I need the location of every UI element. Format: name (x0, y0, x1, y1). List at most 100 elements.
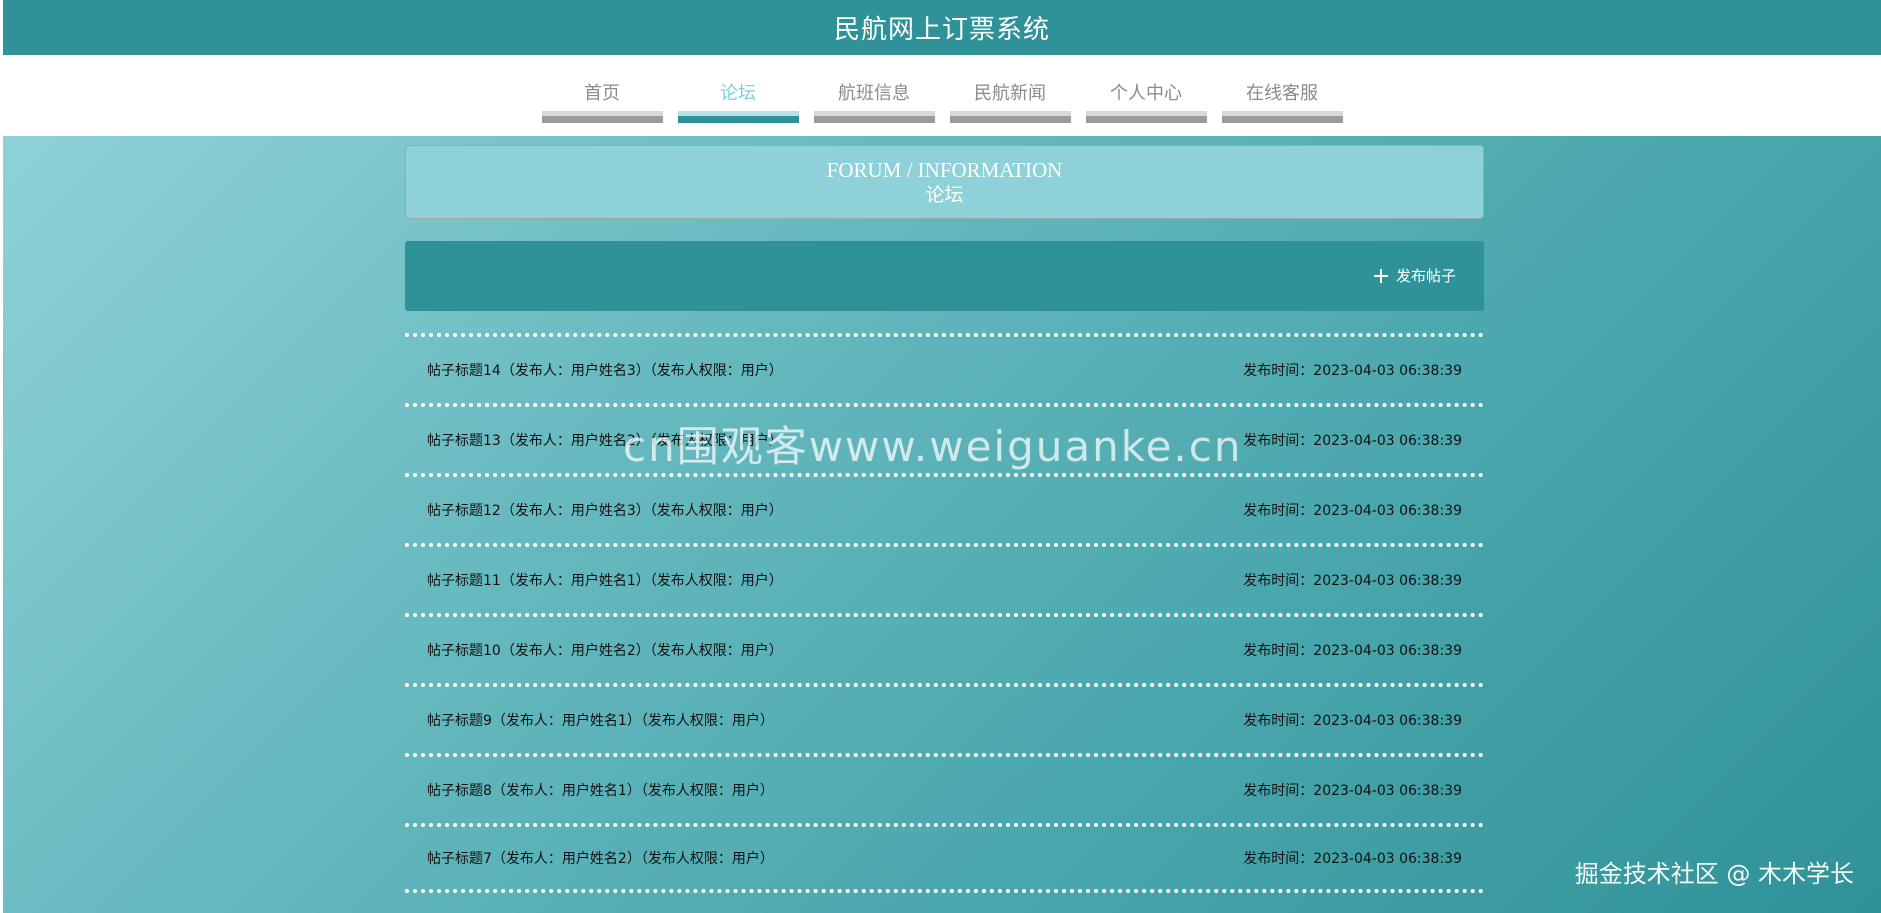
post-title: 帖子标题8 (427, 783, 492, 799)
role-prefix: （发布人权限： (649, 573, 741, 589)
post-time-value: 2023-04-03 06:38:39 (1313, 363, 1462, 379)
topbar: 民航网上订票系统 (3, 0, 1881, 55)
role-suffix: ） (768, 503, 783, 519)
post-title: 帖子标题13 (427, 433, 501, 449)
post-time-value: 2023-04-03 06:38:39 (1313, 643, 1462, 659)
author-suffix: ） (626, 713, 641, 729)
post-author: 用户姓名1 (561, 713, 627, 729)
post-info: 帖子标题8（发布人：用户姓名1）（发布人权限：用户） (427, 780, 774, 800)
forum-post-row[interactable]: 帖子标题13（发布人：用户姓名2）（发布人权限：用户） 发布时间：2023-04… (405, 403, 1484, 473)
post-time-value: 2023-04-03 06:38:39 (1313, 783, 1462, 799)
forum-post-row[interactable]: 帖子标题10（发布人：用户姓名2）（发布人权限：用户） 发布时间：2023-04… (405, 613, 1484, 683)
role-suffix: ） (759, 851, 774, 867)
section-title-en: FORUM / INFORMATION (826, 158, 1063, 182)
action-bar: 发布帖子 (405, 241, 1484, 311)
post-title: 帖子标题11 (427, 573, 501, 589)
plus-icon (1373, 268, 1388, 283)
post-time-value: 2023-04-03 06:38:39 (1313, 433, 1462, 449)
post-author: 用户姓名1 (561, 783, 627, 799)
nav-indicator (677, 111, 799, 123)
nav-indicator (813, 111, 935, 123)
role-prefix: （发布人权限： (640, 783, 732, 799)
time-prefix: 发布时间： (1243, 503, 1314, 519)
author-prefix: （发布人： (500, 433, 571, 449)
role-suffix: ） (759, 713, 774, 729)
author-prefix: （发布人： (500, 643, 571, 659)
main-nav: 首页 论坛 航班信息 民航新闻 个人中心 在线客服 (3, 55, 1881, 136)
role-suffix: ） (759, 783, 774, 799)
post-info: 帖子标题9（发布人：用户姓名1）（发布人权限：用户） (427, 710, 774, 730)
forum-post-row[interactable]: 帖子标题14（发布人：用户姓名3）（发布人权限：用户） 发布时间：2023-04… (405, 333, 1484, 403)
role-prefix: （发布人权限： (649, 643, 741, 659)
post-author: 用户姓名2 (570, 433, 636, 449)
post-title: 帖子标题10 (427, 643, 501, 659)
post-time: 发布时间：2023-04-03 06:38:39 (1243, 570, 1462, 590)
nav-item-flight-info[interactable]: 航班信息 (813, 55, 935, 124)
author-prefix: （发布人： (491, 851, 562, 867)
post-time-value: 2023-04-03 06:38:39 (1313, 713, 1462, 729)
author-prefix: （发布人： (491, 783, 562, 799)
post-info: 帖子标题12（发布人：用户姓名3）（发布人权限：用户） (427, 500, 783, 520)
forum-post-row[interactable]: 帖子标题8（发布人：用户姓名1）（发布人权限：用户） 发布时间：2023-04-… (405, 753, 1484, 823)
nav-item-forum[interactable]: 论坛 (677, 55, 799, 124)
nav-item-online-service[interactable]: 在线客服 (1221, 55, 1343, 124)
post-time: 发布时间：2023-04-03 06:38:39 (1243, 640, 1462, 660)
author-prefix: （发布人： (500, 363, 571, 379)
post-time-value: 2023-04-03 06:38:39 (1313, 573, 1462, 589)
app-root: 民航网上订票系统 首页 论坛 航班信息 民航新闻 个人中心 在线客服 FORUM… (3, 0, 1881, 913)
author-prefix: （发布人： (500, 573, 571, 589)
nav-item-home[interactable]: 首页 (541, 55, 663, 124)
nav-item-personal-center[interactable]: 个人中心 (1085, 55, 1207, 124)
post-role: 用户 (740, 503, 769, 519)
post-info: 帖子标题7（发布人：用户姓名2）（发布人权限：用户） (427, 848, 774, 868)
role-suffix: ） (768, 433, 783, 449)
nav-item-aviation-news[interactable]: 民航新闻 (949, 55, 1071, 124)
author-prefix: （发布人： (491, 713, 562, 729)
nav-item-label: 在线客服 (1246, 83, 1318, 104)
post-author: 用户姓名1 (570, 573, 636, 589)
forum-content: FORUM / INFORMATION 论坛 发布帖子 帖子标题14（发布人：用… (405, 136, 1484, 893)
forum-list: 帖子标题14（发布人：用户姓名3）（发布人权限：用户） 发布时间：2023-04… (405, 333, 1484, 893)
time-prefix: 发布时间： (1243, 573, 1314, 589)
nav-item-label: 个人中心 (1110, 83, 1182, 104)
post-info: 帖子标题14（发布人：用户姓名3）（发布人权限：用户） (427, 360, 783, 380)
role-prefix: （发布人权限： (640, 713, 732, 729)
role-suffix: ） (768, 643, 783, 659)
main-area: FORUM / INFORMATION 论坛 发布帖子 帖子标题14（发布人：用… (3, 136, 1881, 913)
app-title: 民航网上订票系统 (833, 15, 1050, 45)
watermark-corner: 掘金技术社区 @ 木木学长 (1574, 860, 1854, 888)
post-time-value: 2023-04-03 06:38:39 (1313, 503, 1462, 519)
time-prefix: 发布时间： (1243, 363, 1314, 379)
post-info: 帖子标题10（发布人：用户姓名2）（发布人权限：用户） (427, 640, 783, 660)
post-role: 用户 (740, 363, 769, 379)
section-header: FORUM / INFORMATION 论坛 (405, 145, 1484, 219)
post-time: 发布时间：2023-04-03 06:38:39 (1243, 848, 1462, 868)
post-info: 帖子标题11（发布人：用户姓名1）（发布人权限：用户） (427, 570, 783, 590)
post-title: 帖子标题14 (427, 363, 501, 379)
forum-post-row[interactable]: 帖子标题7（发布人：用户姓名2）（发布人权限：用户） 发布时间：2023-04-… (405, 823, 1484, 893)
post-title: 帖子标题7 (427, 851, 492, 867)
post-time: 发布时间：2023-04-03 06:38:39 (1243, 360, 1462, 380)
post-author: 用户姓名3 (570, 363, 636, 379)
section-title-zh: 论坛 (925, 185, 964, 206)
nav-indicator (541, 111, 663, 123)
author-prefix: （发布人： (500, 503, 571, 519)
post-info: 帖子标题13（发布人：用户姓名2）（发布人权限：用户） (427, 430, 783, 450)
author-suffix: ） (635, 503, 650, 519)
post-title: 帖子标题12 (427, 503, 501, 519)
post-time: 发布时间：2023-04-03 06:38:39 (1243, 710, 1462, 730)
author-suffix: ） (635, 363, 650, 379)
post-role: 用户 (740, 433, 769, 449)
post-author: 用户姓名2 (570, 643, 636, 659)
forum-post-row[interactable]: 帖子标题11（发布人：用户姓名1）（发布人权限：用户） 发布时间：2023-04… (405, 543, 1484, 613)
post-button[interactable]: 发布帖子 (1373, 265, 1456, 286)
role-prefix: （发布人权限： (649, 503, 741, 519)
post-role: 用户 (731, 851, 760, 867)
nav-indicator (949, 111, 1071, 123)
role-prefix: （发布人权限： (649, 433, 741, 449)
forum-post-row[interactable]: 帖子标题12（发布人：用户姓名3）（发布人权限：用户） 发布时间：2023-04… (405, 473, 1484, 543)
post-author: 用户姓名3 (570, 503, 636, 519)
author-suffix: ） (626, 851, 641, 867)
post-author: 用户姓名2 (561, 851, 627, 867)
forum-post-row[interactable]: 帖子标题9（发布人：用户姓名1）（发布人权限：用户） 发布时间：2023-04-… (405, 683, 1484, 753)
